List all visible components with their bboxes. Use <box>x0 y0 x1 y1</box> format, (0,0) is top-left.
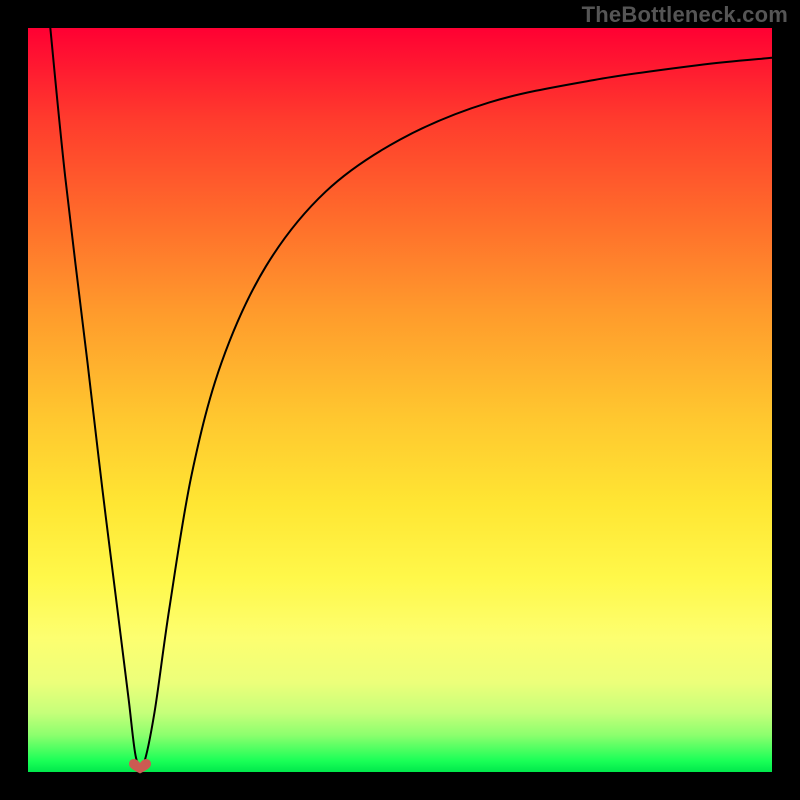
bottleneck-curve <box>28 28 772 772</box>
curve-path <box>50 28 772 768</box>
plot-area <box>28 28 772 772</box>
minimum-marker <box>128 756 152 774</box>
watermark-label: TheBottleneck.com <box>582 2 788 28</box>
chart-frame: TheBottleneck.com <box>0 0 800 800</box>
heart-icon <box>129 759 151 774</box>
